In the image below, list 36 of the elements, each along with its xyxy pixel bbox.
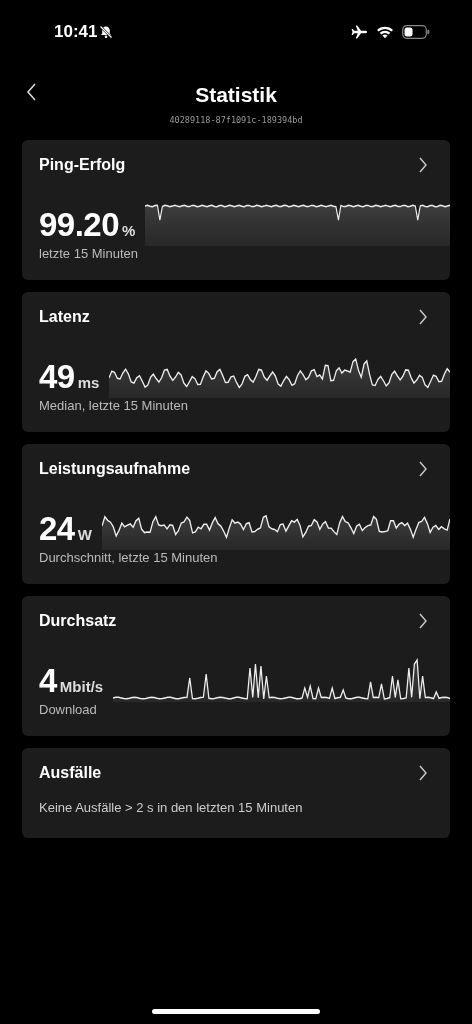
card-text: Keine Ausfälle > 2 s in den letzten 15 Minuten [39, 800, 304, 815]
metric-caption: Download [39, 702, 98, 717]
metric-unit: ms [77, 374, 100, 391]
stat-card[interactable]: Latenz 49 ms Median, letzte 15 Minuten [22, 292, 450, 432]
battery-icon [402, 25, 430, 39]
metric-value: 99.20 [39, 206, 120, 244]
metric-unit: Mbit/s [59, 678, 104, 695]
card-title: Durchsatz [39, 612, 117, 630]
chevron-right-icon [418, 764, 428, 782]
chevron-right-icon [418, 460, 428, 478]
card-title: Ausfälle [39, 764, 102, 782]
metric-unit: % [122, 222, 136, 239]
metric-value: 24 [39, 510, 75, 548]
metric-caption: letzte 15 Minuten [39, 246, 139, 261]
chevron-right-icon [418, 612, 428, 630]
card-title: Latenz [39, 308, 90, 326]
back-icon [26, 82, 38, 102]
wifi-icon [376, 25, 394, 39]
bell-slash-icon [99, 25, 114, 39]
metric-caption: Durchschnitt, letzte 15 Minuten [39, 550, 219, 565]
chevron-right-icon [418, 308, 428, 326]
metric-caption: Median, letzte 15 Minuten [39, 398, 189, 413]
page-title: Statistik [195, 83, 277, 107]
metric-value: 4 [39, 662, 57, 700]
stat-card[interactable]: Durchsatz 4Mbit/s Download [22, 596, 450, 736]
stat-card[interactable]: Leistungsaufnahme 24W Durchschnitt, letzte 15 Minuten [22, 444, 450, 584]
card-title: Leistungsaufnahme [39, 460, 191, 478]
card-title: Ping-Erfolg [39, 156, 126, 174]
clock-time: 10:41 [54, 22, 98, 42]
stat-card[interactable]: Ping-Erfolg 99.20% letzte 15 Minuten [22, 140, 450, 280]
metric-value: 49 [39, 358, 75, 396]
device-id: 40289118-87f1091c-189394bd [169, 115, 303, 125]
metric-unit: W [77, 526, 92, 543]
chevron-right-icon [418, 156, 428, 174]
airplane-icon [350, 25, 368, 39]
stat-card[interactable]: Ausfälle Keine Ausfälle > 2 s in den letzten 15 Minuten [22, 748, 450, 838]
